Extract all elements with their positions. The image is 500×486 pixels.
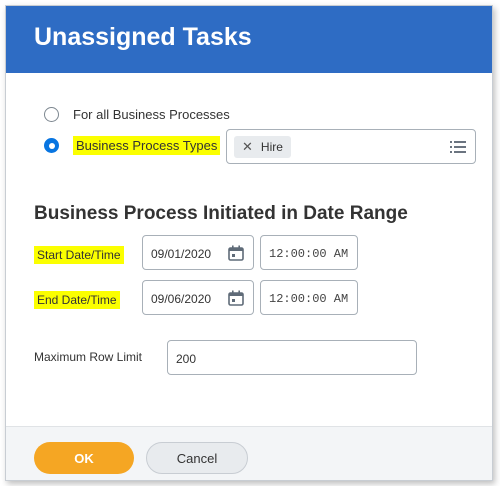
end-date-label: End Date/Time bbox=[34, 291, 120, 309]
end-time-value: 12:00:00 AM bbox=[269, 292, 349, 306]
remove-pill-icon[interactable]: ✕ bbox=[242, 139, 253, 155]
radio-process-types-label: Business Process Types bbox=[73, 136, 221, 155]
radio-all-processes-label: For all Business Processes bbox=[73, 107, 230, 122]
end-time-input[interactable]: 12:00:00 AM bbox=[260, 280, 358, 315]
radio-button-checked[interactable] bbox=[44, 138, 59, 153]
list-icon[interactable] bbox=[450, 140, 466, 159]
ok-button[interactable]: OK bbox=[34, 442, 134, 474]
end-date-input[interactable]: 09/06/2020 bbox=[142, 280, 254, 315]
date-range-heading: Business Process Initiated in Date Range bbox=[34, 203, 408, 224]
selected-type-label: Hire bbox=[260, 140, 283, 154]
dialog-header: Unassigned Tasks bbox=[6, 6, 492, 73]
calendar-icon[interactable] bbox=[228, 245, 244, 266]
radio-process-types[interactable]: Business Process Types bbox=[44, 136, 221, 155]
unassigned-tasks-dialog: Unassigned Tasks For all Business Proces… bbox=[5, 5, 493, 481]
row-limit-input[interactable]: 200 bbox=[167, 340, 417, 375]
radio-all-processes[interactable]: For all Business Processes bbox=[44, 107, 230, 122]
start-date-value: 09/01/2020 bbox=[151, 247, 212, 261]
business-process-types-input[interactable]: ✕ Hire bbox=[226, 129, 476, 164]
calendar-icon[interactable] bbox=[228, 290, 244, 311]
start-date-input[interactable]: 09/01/2020 bbox=[142, 235, 254, 270]
row-limit-value: 200 bbox=[176, 352, 197, 366]
start-time-value: 12:00:00 AM bbox=[269, 247, 349, 261]
dialog-footer: OK Cancel bbox=[6, 426, 492, 480]
row-limit-label: Maximum Row Limit bbox=[34, 350, 143, 364]
dialog-title: Unassigned Tasks bbox=[34, 23, 252, 51]
start-time-input[interactable]: 12:00:00 AM bbox=[260, 235, 358, 270]
start-date-label: Start Date/Time bbox=[34, 246, 124, 264]
selected-type-pill: ✕ Hire bbox=[234, 136, 291, 158]
cancel-button[interactable]: Cancel bbox=[146, 442, 248, 474]
radio-button-unchecked[interactable] bbox=[44, 107, 59, 122]
end-date-value: 09/06/2020 bbox=[151, 292, 212, 306]
